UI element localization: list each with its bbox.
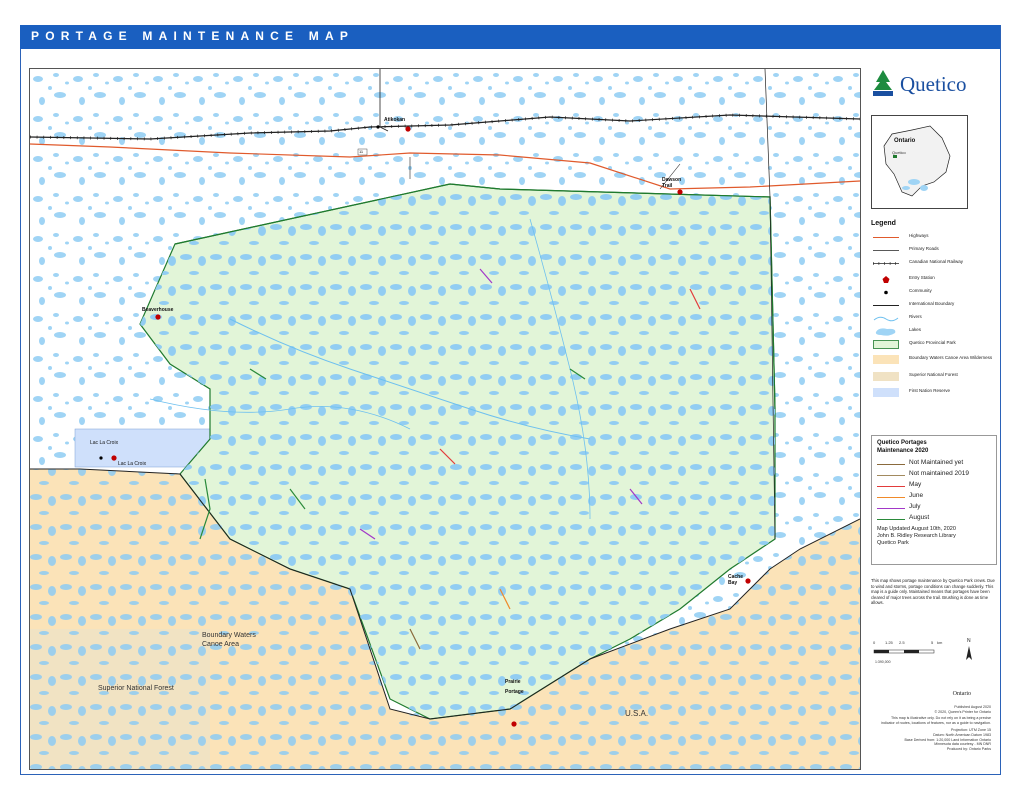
entry-station-icon	[882, 276, 890, 283]
ministry-credits: Ontario Published August 2020 © 2020, Qu…	[876, 691, 991, 762]
label-prairie-portage: Prairie Portage	[505, 679, 524, 695]
north-arrow-icon	[966, 646, 972, 660]
entry-station-atikokan	[405, 126, 411, 132]
scale-ratio: 1:390,000	[875, 660, 891, 664]
park-swatch-icon	[873, 340, 899, 349]
legend-item-quetico-park: Quetico Provincial Park	[871, 338, 996, 353]
legend: Legend Highways Primary Roads Canadian N…	[871, 220, 996, 399]
inset-province-label: Ontario	[894, 138, 916, 144]
scale-bar: 0 1.25 2.5 5 km 1:390,000 N	[871, 638, 995, 688]
boundary-symbol-icon	[873, 305, 899, 306]
reserve-swatch-icon	[873, 388, 899, 397]
snf-swatch-icon	[873, 372, 899, 381]
label-bwca: Boundary Waters Canoe Area	[202, 632, 256, 648]
label-dawson-trail: Dawson Trail	[662, 177, 682, 189]
maintenance-item-june: June	[877, 492, 995, 503]
entry-station-cache-bay	[745, 578, 751, 584]
maintenance-update-note: Map Updated August 10th, 2020 John B. Ri…	[877, 526, 956, 546]
scale-tick-0: 0	[873, 640, 876, 645]
label-snf: Superior National Forest	[98, 685, 174, 692]
label-usa: U.S.A.	[625, 709, 649, 718]
bwcaw-swatch-icon	[873, 355, 899, 364]
label-lac-la-croix-town: Lac La Croix	[118, 461, 147, 467]
logo-area: Quetico	[866, 60, 996, 110]
maintenance-item-may: May	[877, 481, 995, 492]
legend-item-entry-station: Entry Station	[871, 273, 996, 286]
legend-item-community: Community	[871, 286, 996, 299]
legend-item-lakes: Lakes	[871, 325, 996, 338]
entry-station-dawson-trail	[677, 189, 683, 195]
legend-item-railway: Canadian National Railway	[871, 257, 996, 273]
disclaimer-text: This map shows portage maintenance by Qu…	[871, 578, 995, 605]
community-dot-icon	[884, 290, 888, 295]
maintenance-legend: Quetico Portages Maintenance 2020 Not Ma…	[871, 435, 997, 565]
map-canvas	[30, 69, 860, 769]
highway-symbol-icon	[873, 237, 899, 238]
inset-map: Ontario Quetico	[871, 115, 968, 209]
railway-symbol-icon	[873, 262, 899, 265]
label-beaverhouse: Beaverhouse	[142, 307, 174, 313]
maintenance-title: Quetico Portages Maintenance 2020	[877, 440, 929, 454]
river-symbol-icon	[873, 316, 899, 322]
title-bar: PORTAGE MAINTENANCE MAP	[20, 25, 1000, 49]
label-lac-la-croix-lake: Lac La Croix	[90, 440, 119, 446]
entry-station-beaverhouse	[155, 314, 161, 320]
scale-tick-3: 5	[931, 640, 934, 645]
maintenance-item-july: July	[877, 503, 995, 514]
legend-item-snf: Superior National Forest	[871, 370, 996, 386]
page-title: PORTAGE MAINTENANCE MAP	[31, 29, 355, 43]
maintenance-item-august: August	[877, 514, 995, 525]
legend-item-highways: Highways	[871, 231, 996, 244]
ontario-parks-logo-icon	[872, 68, 894, 98]
inset-park-label: Quetico	[892, 150, 906, 155]
legend-item-first-nation-reserve: First Nation Reserve	[871, 386, 996, 399]
label-highway-11: 11	[359, 149, 364, 154]
sidebar: Quetico Ontario Quetico Legend Highways …	[866, 60, 997, 770]
park-name: Quetico	[900, 72, 967, 96]
scale-tick-1: 1.25	[885, 640, 893, 645]
legend-item-international-boundary: International Boundary	[871, 299, 996, 312]
north-label: N	[967, 638, 971, 644]
inset-ontario-outline	[883, 125, 951, 197]
legend-title: Legend	[871, 220, 896, 227]
map-area[interactable]: Atikokan Dawson Trail Beaverhouse Lac La…	[29, 68, 861, 770]
label-atikokan: Atikokan	[384, 117, 406, 123]
maintenance-item-not-maintained-2019: Not maintained 2019	[877, 470, 995, 481]
entry-station-lac-la-croix	[111, 455, 117, 461]
legend-item-primary-roads: Primary Roads	[871, 244, 996, 257]
scale-unit: km	[937, 640, 943, 645]
ontario-logo-text: Ontario	[952, 691, 971, 697]
scale-tick-2: 2.5	[899, 640, 905, 645]
lake-symbol-icon	[875, 328, 896, 336]
maintenance-item-not-maintained-yet: Not Maintained yet	[877, 459, 995, 470]
entry-station-prairie-portage	[511, 721, 517, 727]
legend-item-bwcaw: Boundary Waters Canoe Area Wilderness	[871, 353, 996, 370]
label-cache-bay: Cache Bay	[728, 574, 744, 586]
legend-item-rivers: Rivers	[871, 312, 996, 325]
road-symbol-icon	[873, 250, 899, 251]
